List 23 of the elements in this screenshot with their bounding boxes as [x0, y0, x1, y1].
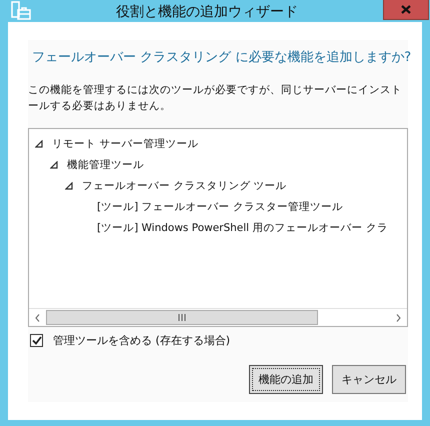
expanded-triangle-icon[interactable] [65, 182, 73, 190]
grip-icon [178, 314, 186, 321]
tree-item[interactable]: [ツール] フェールオーバー クラスター管理ツール [97, 200, 343, 214]
scrollbar-thumb[interactable] [46, 310, 318, 325]
include-tools-checkbox[interactable] [30, 334, 43, 347]
expanded-triangle-icon[interactable] [35, 140, 43, 148]
tree-item[interactable]: リモート サーバー管理ツール [52, 136, 198, 150]
tree-item[interactable]: [ツール] Windows PowerShell 用のフェールオーバー クラ [97, 220, 388, 234]
checkbox-label: 管理ツールを含める (存在する場合) [53, 333, 230, 348]
window-title: 役割と機能の追加ウィザード [115, 3, 299, 21]
add-features-button[interactable]: 機能の追加 [249, 365, 323, 394]
close-button[interactable] [383, 0, 429, 20]
cancel-button[interactable]: キャンセル [332, 365, 406, 394]
chevron-left-icon [35, 314, 40, 322]
dialog-heading: フェールオーバー クラスタリング に必要な機能を追加しますか? [32, 49, 408, 66]
chevron-right-icon [396, 314, 401, 322]
expanded-triangle-icon[interactable] [50, 160, 58, 168]
close-icon [401, 5, 411, 14]
tree-item[interactable]: フェールオーバー クラスタリング ツール [82, 178, 287, 192]
tree-item[interactable]: 機能管理ツール [67, 158, 144, 172]
description-text: この機能を管理するには次のツールが必要ですが、同じサーバーにインストールする必要はありません。 [28, 83, 403, 114]
horizontal-scrollbar[interactable] [29, 308, 407, 326]
server-toolbox-icon [10, 0, 32, 22]
